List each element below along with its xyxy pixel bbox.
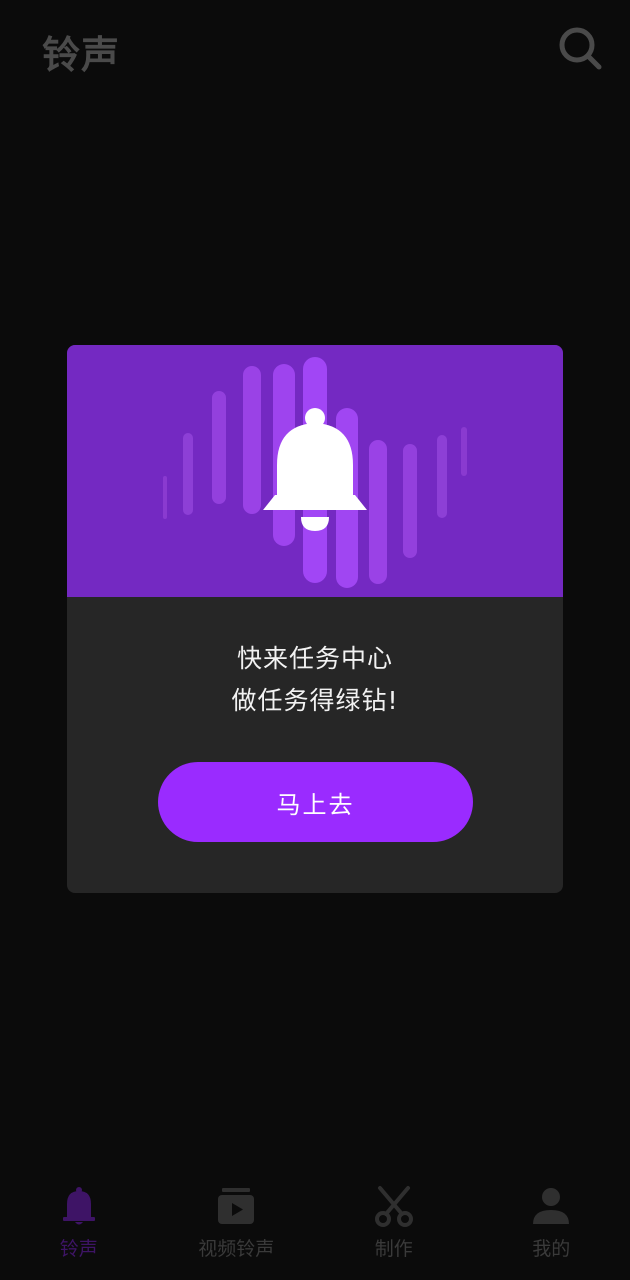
- dialog-hero-banner: [67, 345, 563, 597]
- task-center-dialog: 快来任务中心 做任务得绿钻! 马上去: [67, 345, 563, 893]
- go-now-button[interactable]: 马上去: [158, 762, 473, 842]
- dialog-message-line2: 做任务得绿钻!: [231, 686, 399, 715]
- app-screen: 铃声 铃声 视频铃声 制作 我的 快来任务中心 做任务得绿钻! 马上去: [0, 0, 630, 1280]
- dialog-message-line1: 快来任务中心: [236, 644, 393, 673]
- bell-soundwave-icon: [163, 357, 467, 588]
- dialog-body: 快来任务中心 做任务得绿钻! 马上去: [67, 597, 563, 893]
